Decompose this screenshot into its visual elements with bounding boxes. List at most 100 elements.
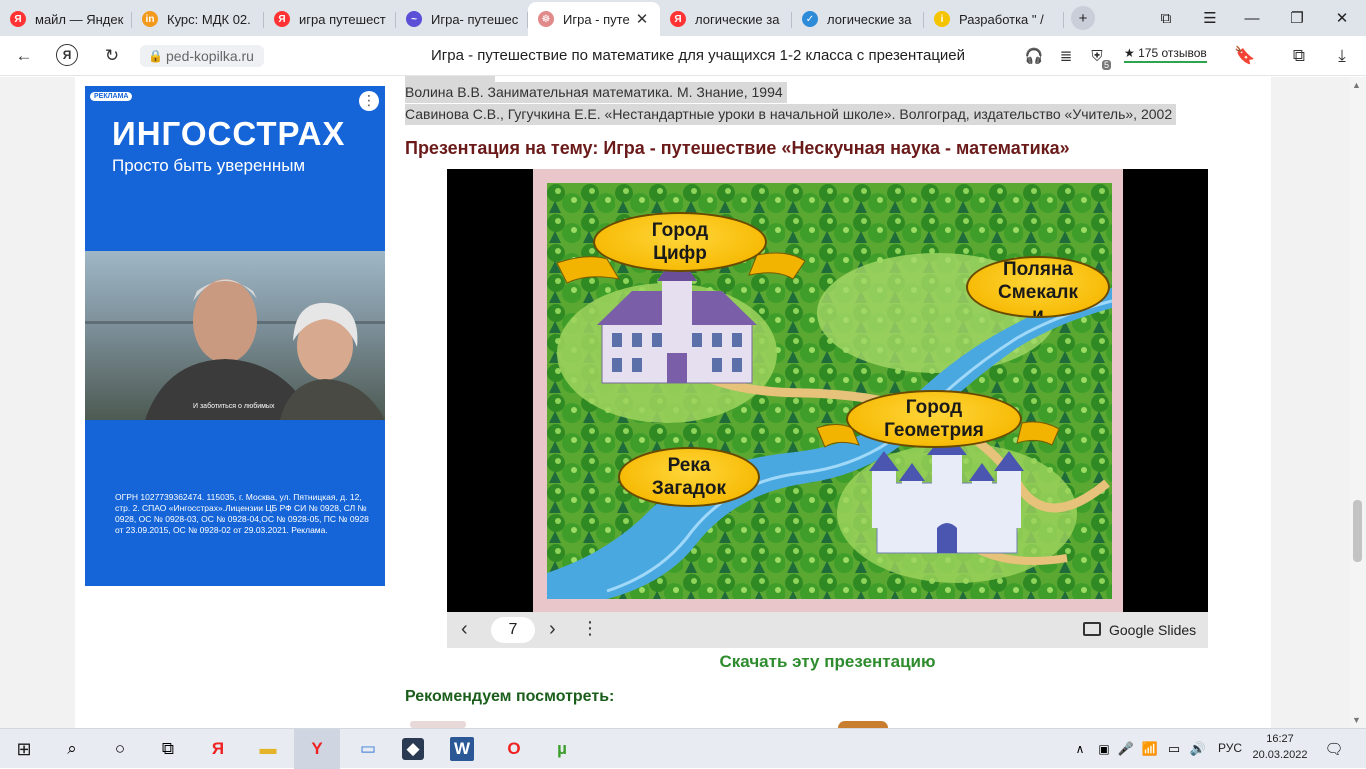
tab-label: логические за [695,11,780,27]
label-city-geometry: Город Геометрия [846,390,1022,448]
yandex-icon[interactable]: Я [56,44,78,66]
ad-tagline: Просто быть уверенным [112,156,306,175]
label-city-digits-text: Город Цифр [651,220,709,264]
more-options-icon[interactable]: ⋮ [581,618,599,639]
label-meadow: Поляна Смекалк и [966,256,1110,318]
headphones-icon[interactable]: 🎧 [1022,44,1046,68]
download-link[interactable]: Скачать эту презентацию [447,652,1208,672]
windows-start-icon[interactable]: ⊞ [10,735,38,763]
menu-icon[interactable]: ☰ [1198,6,1222,30]
ad-options-icon[interactable]: ⋮ [359,91,379,111]
google-slides-icon [1083,622,1101,636]
download-icon[interactable]: ⤓ [1330,44,1354,68]
recommendation-thumbnail[interactable] [410,721,466,728]
browser-tab[interactable]: ✓ логические за [792,4,924,34]
url-domain[interactable]: 🔒 ped-kopilka.ru [140,45,264,67]
ad-photo-caption: И заботиться о любимых [193,403,275,410]
new-tab-button[interactable]: + [1071,6,1095,30]
domain-text: ped-kopilka.ru [166,48,254,64]
restore-button[interactable]: ❐ [1285,6,1309,30]
extensions-icon[interactable]: ⧉ [1287,44,1311,68]
label-city-geometry-text: Город Геометрия [884,397,984,441]
reader-icon[interactable]: ≣ [1054,44,1078,68]
reference-item: Савинова С.В., Гугучкина Е.Е. «Нестандар… [405,104,1177,125]
recommendation-thumbnail[interactable] [838,721,888,728]
advertisement[interactable]: РЕКЛАМА ⋮ ИНГОССТРАХ Просто быть уверенн… [85,86,385,586]
tab-favicon-icon: ~ [406,11,422,27]
tab-label: майл — Яндек [35,11,124,27]
utorrent-icon[interactable]: µ [548,735,576,763]
tab-favicon-icon: i [934,11,950,27]
tab-label: Курс: МДК 02. [167,11,251,27]
google-slides-link[interactable]: Google Slides [1109,622,1196,638]
scrollbar-track[interactable] [1350,77,1366,728]
clock-time[interactable]: 16:27 [1250,733,1310,745]
reviews-link[interactable]: ★ 175 отзывов [1124,46,1207,63]
label-river: Река Загадок [618,447,760,507]
ad-couple-image [85,279,385,420]
volume-icon[interactable]: 🔊 [1184,735,1212,763]
reference-item: Волина В.В. Занимательная математика. М.… [405,82,787,103]
tab-separator [1063,12,1064,28]
browser-tab[interactable]: ☸ Игра - путе ✕ [528,2,660,36]
address-bar: ← Я ↻ 🔒 ped-kopilka.ru Игра - путешестви… [0,36,1366,76]
minimize-button[interactable]: — [1240,6,1264,30]
tab-favicon-icon: ✓ [802,11,818,27]
slide-page-number[interactable]: 7 [491,617,535,643]
ad-brand: ИНГОССТРАХ [112,115,346,152]
label-river-text: Река Загадок [651,455,727,499]
tab-label: Разработка " / [959,11,1044,27]
browser-tab[interactable]: ~ Игра- путешес [396,4,528,34]
ad-banner-bottom: ОГРН 1027739362474. 115035, г. Москва, у… [85,420,385,586]
browser-tab[interactable]: i Разработка " / [924,4,1064,34]
label-meadow-text: Поляна Смекалк и [998,259,1078,318]
protect-icon[interactable]: ⛨ 5 [1085,44,1111,70]
app-diamond-icon[interactable]: ◆ [402,738,424,760]
next-slide-icon[interactable]: › [549,618,556,641]
tab-label: игра путешест [299,11,386,27]
reload-icon[interactable]: ↻ [100,44,124,68]
prev-slide-icon[interactable]: ‹ [461,618,468,641]
close-tab-icon[interactable]: ✕ [636,10,649,28]
windows-taskbar: ⊞ ⌕ ○ ⧉ Я ▬ Y ▭ ◆ W O µ ∧ ▣ 🎤 📶 ▭ 🔊 РУС … [0,728,1366,769]
tab-favicon-icon: Я [670,11,686,27]
back-icon[interactable]: ← [12,44,36,68]
tab-favicon-icon: ☸ [538,11,554,27]
clock-date[interactable]: 20.03.2022 [1250,749,1310,761]
scrollbar-thumb[interactable] [1353,500,1362,562]
browser-tab[interactable]: in Курс: МДК 02. [132,4,264,34]
search-icon[interactable]: ⌕ [58,735,86,763]
ad-photo: И заботиться о любимых [85,251,385,420]
scroll-up-icon[interactable]: ▲ [1352,80,1361,90]
ad-banner-top: РЕКЛАМА ⋮ ИНГОССТРАХ Просто быть уверенн… [85,86,385,251]
computer-icon[interactable]: ▭ [354,735,382,763]
presentation-heading: Презентация на тему: Игра - путешествие … [405,138,1070,158]
tab-favicon-icon: Я [274,11,290,27]
tabs-list-icon[interactable]: ⧉ [1154,6,1178,30]
opera-icon[interactable]: O [500,735,528,763]
language-indicator[interactable]: РУС [1218,741,1242,755]
scroll-down-icon[interactable]: ▼ [1352,715,1361,725]
bookmark-icon[interactable]: 🔖 [1233,44,1257,68]
tab-label: Игра- путешес [431,11,519,27]
notifications-icon[interactable]: 🗨 [1320,735,1348,763]
yandex-app-icon[interactable]: Я [204,735,232,763]
file-explorer-icon[interactable]: ▬ [254,735,282,763]
task-view-icon[interactable]: ⧉ [154,735,182,763]
cortana-icon[interactable]: ○ [106,735,134,763]
label-city-digits: Город Цифр [593,212,767,272]
word-icon[interactable]: W [450,737,474,761]
browser-tab[interactable]: Ялогические за [660,4,792,34]
browser-tab[interactable]: Яигра путешест [264,4,396,34]
browser-tab[interactable]: Ямайл — Яндек [0,4,132,34]
tab-label: Игра - путе [563,11,630,27]
close-window-button[interactable]: ✕ [1330,6,1354,30]
recommend-heading: Рекомендуем посмотреть: [405,688,615,705]
ad-legal-text: ОГРН 1027739362474. 115035, г. Москва, у… [115,492,369,535]
yandex-browser-icon[interactable]: Y [303,735,331,763]
ad-badge: РЕКЛАМА [90,92,133,101]
counter-badge: 5 [1101,60,1111,70]
download-link-text[interactable]: Скачать эту презентацию [720,652,936,671]
lock-icon: 🔒 [148,49,163,63]
slides-controls: ‹ › ⋮ Google Slides [447,612,1208,648]
